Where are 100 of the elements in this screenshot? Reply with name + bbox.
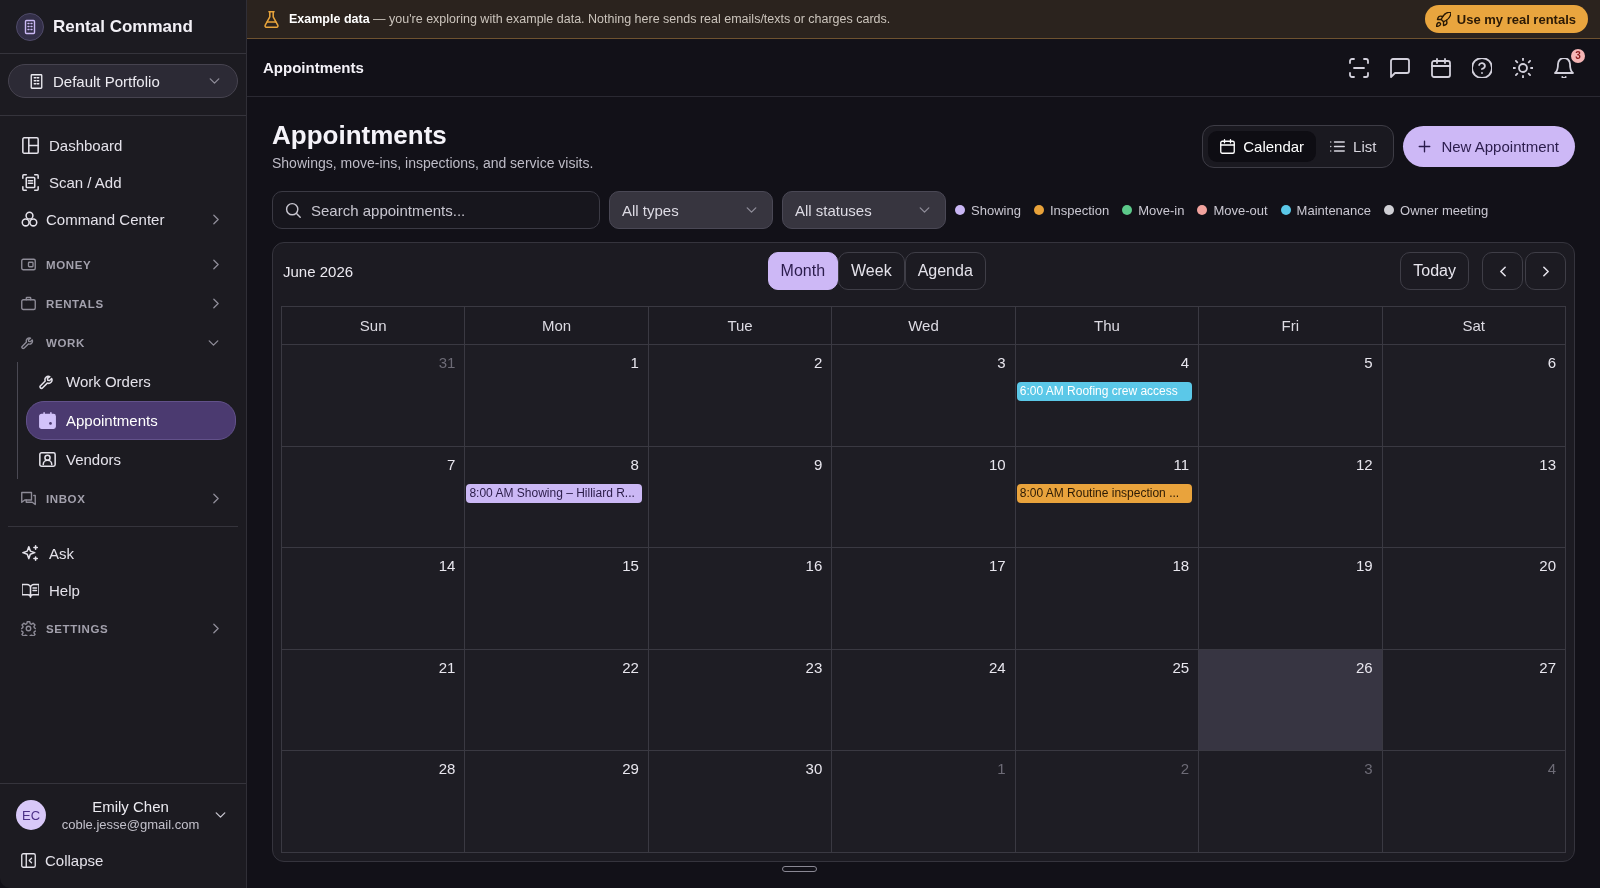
- day-number: 13: [1539, 455, 1557, 474]
- day-cell[interactable]: 25: [1015, 649, 1200, 751]
- event-chip[interactable]: 8:00 AM Showing – Hilliard R...: [466, 483, 642, 503]
- circles-icon: [21, 211, 38, 228]
- day-cell[interactable]: 24: [832, 649, 1016, 751]
- day-cell[interactable]: 3: [832, 345, 1016, 447]
- view-toggle-tab[interactable]: Calendar: [1208, 131, 1317, 162]
- view-tab[interactable]: Week: [838, 252, 905, 290]
- help-icon[interactable]: [1472, 57, 1492, 78]
- day-cell[interactable]: 4 6:00 AM Roofing crew access: [1015, 345, 1200, 447]
- chevron-down-icon[interactable]: [215, 812, 226, 818]
- scan-icon[interactable]: [1349, 57, 1369, 78]
- day-cell[interactable]: 26: [1199, 649, 1383, 751]
- day-number: 22: [622, 658, 640, 677]
- day-number: 12: [1355, 455, 1374, 474]
- day-cell[interactable]: 7: [282, 446, 466, 548]
- nav-section[interactable]: SETTINGS: [8, 609, 238, 648]
- nav-section[interactable]: INBOX: [8, 479, 238, 518]
- nav-item[interactable]: Command Center: [8, 201, 238, 238]
- view-tab[interactable]: Agenda: [904, 252, 986, 290]
- use-real-rentals-button[interactable]: Use my real rentals: [1424, 5, 1588, 33]
- day-number: 4: [1547, 760, 1557, 778]
- day-cell[interactable]: 11 8:00 AM Routine inspection ...: [1015, 446, 1200, 548]
- day-cell[interactable]: 2: [648, 345, 833, 447]
- plus-icon: [1417, 139, 1433, 154]
- nav-section[interactable]: MONEY: [8, 245, 238, 284]
- day-number: 9: [813, 455, 824, 474]
- nav-item[interactable]: Vendors: [26, 440, 236, 479]
- day-cell[interactable]: 13: [1382, 446, 1566, 548]
- view-tab[interactable]: Month: [767, 252, 839, 290]
- notification-badge: 3: [1571, 48, 1585, 63]
- day-number: 1: [630, 354, 640, 372]
- day-cell[interactable]: 23: [648, 649, 833, 751]
- day-number: 20: [1539, 557, 1557, 575]
- day-number: 19: [1355, 557, 1374, 575]
- event-chip[interactable]: 8:00 AM Routine inspection ...: [1016, 483, 1193, 503]
- search-field[interactable]: Search appointments...: [272, 191, 600, 229]
- day-cell[interactable]: 8 8:00 AM Showing – Hilliard R...: [465, 446, 649, 548]
- collapse-button[interactable]: Collapse: [0, 840, 114, 880]
- nav-item[interactable]: Ask: [8, 535, 238, 572]
- day-number: 11: [1173, 455, 1191, 474]
- nav-section[interactable]: WORK: [8, 323, 238, 362]
- filter-select[interactable]: All statuses: [782, 191, 946, 229]
- drag-handle-icon[interactable]: [782, 866, 817, 872]
- legend-label: Showing: [971, 202, 1021, 218]
- legend-label: Inspection: [1049, 202, 1110, 218]
- day-cell[interactable]: 28: [282, 751, 466, 853]
- day-cell[interactable]: 16: [648, 548, 833, 650]
- collapse-icon: [21, 852, 36, 868]
- legend-label: Move-out: [1213, 202, 1268, 218]
- nav-item[interactable]: Help: [8, 572, 238, 609]
- filter-select[interactable]: All types: [609, 191, 773, 229]
- wallet-icon: [21, 257, 36, 272]
- nav-item[interactable]: Work Orders: [26, 362, 236, 401]
- day-cell[interactable]: 5: [1199, 345, 1383, 447]
- chevron-left-icon: [1499, 265, 1506, 277]
- day-cell[interactable]: 15: [465, 548, 649, 650]
- message-icon[interactable]: [1390, 57, 1410, 78]
- day-cell[interactable]: 21: [282, 649, 466, 751]
- day-cell[interactable]: 6: [1382, 345, 1566, 447]
- day-cell[interactable]: 20: [1382, 548, 1566, 650]
- portfolio-select[interactable]: Default Portfolio: [8, 64, 238, 98]
- day-cell[interactable]: 17: [832, 548, 1016, 650]
- day-number: 31: [438, 354, 457, 372]
- building-icon: [29, 73, 44, 89]
- rocket-icon: [1435, 11, 1451, 27]
- day-cell[interactable]: 18: [1015, 548, 1200, 650]
- today-button[interactable]: Today: [1400, 252, 1469, 290]
- day-cell[interactable]: 22: [465, 649, 649, 751]
- page-breadcrumb: Appointments: [263, 59, 364, 76]
- day-cell[interactable]: 30: [648, 751, 833, 853]
- legend-label: Move-in: [1138, 202, 1185, 218]
- day-cell[interactable]: 12: [1199, 446, 1383, 548]
- day-cell[interactable]: 9: [648, 446, 833, 548]
- day-number: 21: [438, 658, 457, 677]
- day-cell[interactable]: 19: [1199, 548, 1383, 650]
- day-cell[interactable]: 10: [832, 446, 1016, 548]
- day-number: 6: [1547, 354, 1557, 372]
- sun-icon[interactable]: [1513, 57, 1533, 78]
- avatar: EC: [16, 800, 46, 830]
- day-cell[interactable]: 1: [465, 345, 649, 447]
- nav-item[interactable]: Scan / Add: [8, 164, 238, 201]
- day-number: 25: [1172, 658, 1191, 677]
- nav-item[interactable]: Appointments: [26, 401, 236, 440]
- briefcase-icon: [21, 296, 36, 311]
- calendar-icon: [1220, 139, 1236, 154]
- nav-item[interactable]: Dashboard: [8, 127, 238, 164]
- bell-icon[interactable]: [1554, 57, 1574, 78]
- chat-icon: [21, 491, 36, 506]
- view-toggle-tab[interactable]: List: [1318, 131, 1389, 162]
- calendar-icon[interactable]: [1431, 57, 1451, 78]
- day-cell[interactable]: 27: [1382, 649, 1566, 751]
- day-number: 4: [1180, 354, 1191, 372]
- day-number: 28: [438, 760, 457, 778]
- new-appointment-button[interactable]: New Appointment: [1403, 126, 1575, 167]
- app-name: Rental Command: [53, 16, 193, 37]
- nav-section[interactable]: RENTALS: [8, 284, 238, 323]
- day-number: 23: [805, 658, 824, 677]
- day-cell[interactable]: 14: [282, 548, 466, 650]
- day-cell[interactable]: 29: [465, 751, 649, 853]
